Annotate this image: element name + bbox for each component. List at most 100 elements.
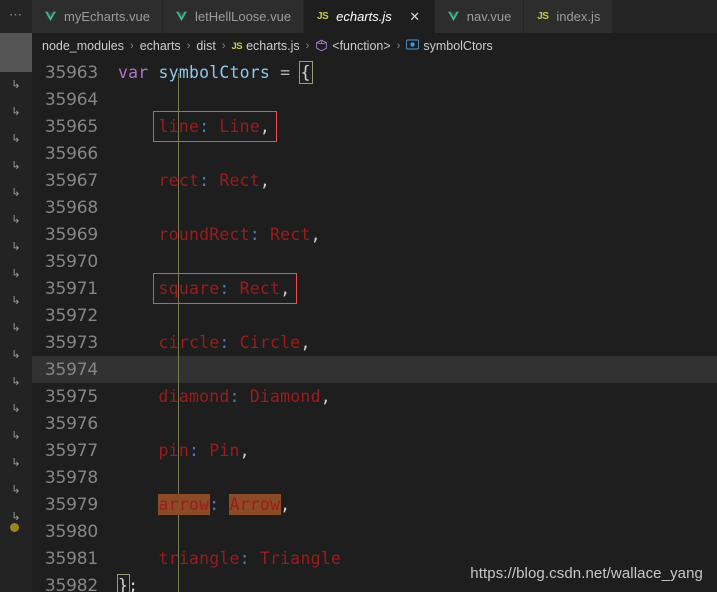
code-token: Rect: [219, 171, 260, 190]
editor-tab-bar: ⋯ myEcharts.vue letHellLoose.vue JS echa…: [0, 0, 717, 33]
breadcrumb: node_modules › echarts › dist › JS echar…: [32, 33, 717, 59]
breadcrumb-item-echarts[interactable]: echarts: [140, 39, 181, 53]
fold-marker-icon[interactable]: ↳: [0, 423, 32, 450]
code-line[interactable]: 35971 square: Rect,: [32, 275, 717, 302]
code-line-text: var symbolCtors = {: [118, 63, 717, 82]
code-line[interactable]: 35965 line: Line,: [32, 113, 717, 140]
code-token: diamond: [158, 387, 230, 406]
breadcrumb-item-node-modules[interactable]: node_modules: [42, 39, 124, 53]
watermark-url: https://blog.csdn.net/wallace_yang: [470, 565, 703, 582]
fold-marker-icon[interactable]: ↳: [0, 99, 32, 126]
code-line[interactable]: 35966: [32, 140, 717, 167]
fold-marker-icon[interactable]: ↳: [0, 288, 32, 315]
breadcrumb-label: dist: [196, 39, 216, 53]
code-token: ,: [280, 495, 291, 514]
code-line[interactable]: 35969 roundRect: Rect,: [32, 221, 717, 248]
code-token: :: [199, 171, 210, 190]
fold-marker-icon[interactable]: ↳: [0, 450, 32, 477]
tab-lethellloose-vue[interactable]: letHellLoose.vue: [162, 0, 305, 33]
code-line[interactable]: 35968: [32, 194, 717, 221]
tab-nav-vue[interactable]: nav.vue: [434, 0, 525, 33]
fold-marker-icon[interactable]: ↳: [0, 234, 32, 261]
code-token: ,: [259, 171, 271, 190]
tab-overflow-button[interactable]: ⋯: [0, 0, 32, 33]
code-line[interactable]: 35975 diamond: Diamond,: [32, 383, 717, 410]
javascript-icon: JS: [316, 11, 329, 22]
code-line[interactable]: 35978: [32, 464, 717, 491]
code-line[interactable]: 35979 arrow: Arrow,: [32, 491, 717, 518]
fold-marker-icon[interactable]: ↳: [0, 396, 32, 423]
code-line-text: pin: Pin,: [118, 441, 717, 460]
fold-marker-icon[interactable]: ↳: [0, 72, 32, 99]
fold-marker-icon[interactable]: ↳: [0, 261, 32, 288]
breakpoint-dot[interactable]: [10, 523, 19, 532]
breadcrumb-label: <function>: [332, 39, 391, 53]
fold-marker-icon[interactable]: ↳: [0, 342, 32, 369]
breadcrumb-label: symbolCtors: [423, 39, 493, 53]
fold-marker-icon[interactable]: ↳: [0, 126, 32, 153]
code-line[interactable]: 35967 rect: Rect,: [32, 167, 717, 194]
code-line[interactable]: 35972: [32, 302, 717, 329]
code-line-background: [32, 464, 717, 491]
code-line[interactable]: 35980: [32, 518, 717, 545]
tab-myecharts-vue[interactable]: myEcharts.vue: [32, 0, 163, 33]
code-line[interactable]: 35974: [32, 356, 717, 383]
symbol-function-icon: [315, 39, 328, 54]
line-number: 35965: [44, 116, 98, 137]
fold-marker-icon[interactable]: ↳: [0, 369, 32, 396]
code-line[interactable]: 35977 pin: Pin,: [32, 437, 717, 464]
code-token: {: [300, 63, 311, 82]
breadcrumb-item-echarts-js[interactable]: JS echarts.js: [231, 39, 299, 53]
breadcrumb-separator: ›: [396, 40, 401, 52]
code-line[interactable]: 35964: [32, 86, 717, 113]
code-token: ,: [300, 333, 311, 352]
code-token: circle: [158, 333, 220, 352]
code-token: triangle: [158, 549, 240, 568]
line-number: 35970: [44, 251, 98, 272]
tab-index-js[interactable]: JS index.js: [524, 0, 614, 33]
line-number: 35973: [44, 332, 98, 353]
code-line-background: [32, 410, 717, 437]
breadcrumb-item-symbolctors[interactable]: symbolCtors: [406, 39, 493, 53]
tab-echarts-js[interactable]: JS echarts.js ✕: [304, 0, 435, 33]
code-line-list: 35963 var symbolCtors = {35964 35965 line:…: [32, 59, 717, 592]
breadcrumb-item-dist[interactable]: dist: [196, 39, 215, 53]
close-icon[interactable]: ✕: [408, 10, 422, 24]
code-token: ;: [128, 576, 139, 592]
code-line[interactable]: 35970: [32, 248, 717, 275]
code-token: Circle: [239, 333, 301, 352]
breadcrumb-item-function[interactable]: <function>: [315, 39, 391, 54]
code-line-background: [32, 356, 717, 383]
code-line[interactable]: 35973 circle: Circle,: [32, 329, 717, 356]
code-line-text: rect: Rect,: [118, 171, 717, 190]
fold-marker-icon[interactable]: ↳: [0, 207, 32, 234]
code-line-text: diamond: Diamond,: [118, 387, 717, 406]
line-number: 35967: [44, 170, 98, 191]
code-token: Rect: [270, 225, 311, 244]
line-number: 35966: [44, 143, 98, 164]
code-token: Rect: [239, 279, 281, 298]
code-line-background: [32, 248, 717, 275]
vue-icon: [446, 9, 461, 24]
code-line[interactable]: 35963 var symbolCtors = {: [32, 59, 717, 86]
line-number: 35978: [44, 467, 98, 488]
line-number: 35982: [44, 575, 98, 592]
fold-marker-icon[interactable]: ↳: [0, 180, 32, 207]
tab-label: letHellLoose.vue: [194, 9, 292, 24]
code-editor[interactable]: 35963 var symbolCtors = {35964 35965 line:…: [32, 59, 717, 592]
code-line[interactable]: 35976: [32, 410, 717, 437]
code-token: ,: [239, 441, 250, 460]
line-number: 35975: [44, 386, 98, 407]
fold-marker-icon[interactable]: ↳: [0, 477, 32, 504]
fold-marker-icon[interactable]: ↳: [0, 315, 32, 342]
fold-marker-icon[interactable]: ↳: [0, 153, 32, 180]
code-token: Pin: [209, 441, 240, 460]
code-token: pin: [158, 441, 189, 460]
